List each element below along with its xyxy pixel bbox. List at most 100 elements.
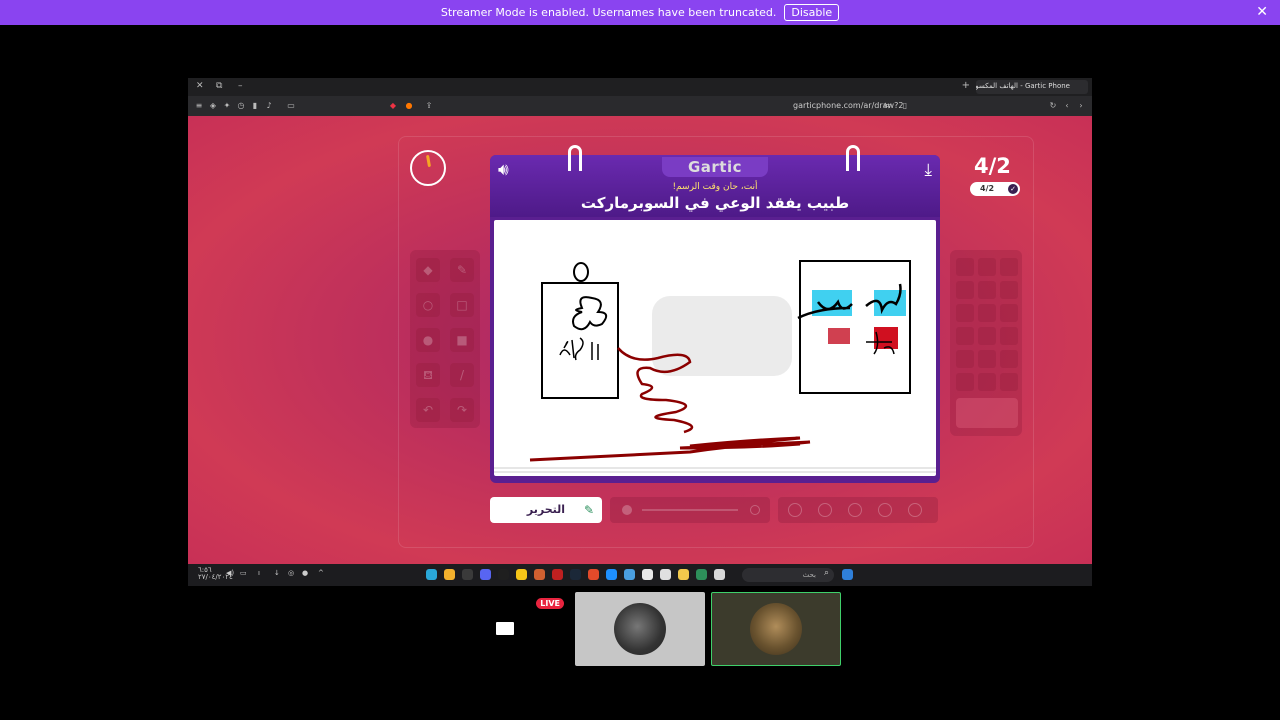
opacity-option[interactable] <box>818 503 832 517</box>
sidebar-icon[interactable]: ▮ <box>250 101 260 111</box>
drawing-board: 🔊︎ Gartic ⤓ أنت، حان وقت الرسم! طبيب يفق… <box>490 145 940 483</box>
color-swatch[interactable] <box>956 350 974 368</box>
color-swatch[interactable] <box>978 258 996 276</box>
forward-icon[interactable]: › <box>1076 101 1086 111</box>
app-icon[interactable] <box>498 569 509 580</box>
folder-icon[interactable] <box>678 569 689 580</box>
filled-circle-tool-icon[interactable]: ● <box>416 328 440 352</box>
taskbar: ٦:٥٦ ٢٧/٠٤/٢٠٢٤ ◀) ▭ ı ↓ ◎ ● ^ بحث ⌕ <box>188 564 1092 586</box>
network-icon[interactable]: ı <box>258 569 260 577</box>
browser-window: ✕ ⧉ – + Gartic Phone - الهاتف المكسور ≡ … <box>188 78 1092 586</box>
app-icon[interactable] <box>714 569 725 580</box>
slider-knob[interactable] <box>622 505 632 515</box>
taskbar-search[interactable]: بحث <box>742 568 834 582</box>
circle-tool-icon[interactable]: ○ <box>416 293 440 317</box>
color-swatch[interactable] <box>978 304 996 322</box>
redo-icon[interactable]: ↷ <box>450 398 474 422</box>
app-icon[interactable] <box>462 569 473 580</box>
app-icon[interactable] <box>426 569 437 580</box>
undo-icon[interactable]: ↶ <box>416 398 440 422</box>
color-swatch[interactable] <box>1000 281 1018 299</box>
download-icon[interactable]: ⤓ <box>924 160 932 180</box>
share-icon[interactable]: ⇪ <box>424 101 434 111</box>
rewards-icon[interactable]: ● <box>404 101 414 111</box>
color-swatch[interactable] <box>978 350 996 368</box>
eraser-tool-icon[interactable]: ◆ <box>416 258 440 282</box>
tray-app-icon[interactable]: ◎ <box>288 569 294 577</box>
drawing-canvas[interactable] <box>494 220 936 476</box>
disable-button[interactable]: Disable <box>784 4 840 21</box>
new-tab-icon[interactable]: + <box>962 80 970 91</box>
browser-tab[interactable]: Gartic Phone - الهاتف المكسور <box>976 80 1088 94</box>
round-counter: 4/2 <box>974 154 1011 178</box>
tab-icon[interactable]: ▭ <box>286 101 296 111</box>
app-icon[interactable] <box>534 569 545 580</box>
timer-icon <box>410 150 446 186</box>
slider-track <box>642 509 738 511</box>
start-icon[interactable] <box>842 569 853 580</box>
color-swatch[interactable] <box>1000 327 1018 345</box>
app-icon[interactable] <box>696 569 707 580</box>
shield-icon[interactable]: ◈ <box>208 101 218 111</box>
monitor-icon[interactable]: ▭ <box>240 569 247 577</box>
window-minimize-icon[interactable]: – <box>238 81 243 91</box>
bookmark-icon[interactable]: ▯ <box>900 101 910 111</box>
pencil-tool-icon[interactable]: ✎ <box>450 258 474 282</box>
window-close-icon[interactable]: ✕ <box>196 81 204 91</box>
menu-icon[interactable]: ≡ <box>194 101 204 111</box>
opacity-option[interactable] <box>788 503 802 517</box>
stream-tile-user[interactable] <box>575 592 705 666</box>
done-counter-badge: 4/2 ✓ <box>970 182 1020 196</box>
opacity-option[interactable] <box>848 503 862 517</box>
app-icon[interactable] <box>660 569 671 580</box>
current-color-swatch[interactable] <box>956 398 1018 428</box>
mic-icon[interactable]: ↓ <box>274 569 280 577</box>
bucket-tool-icon[interactable]: ⛾ <box>416 363 440 387</box>
music-icon[interactable]: ♪ <box>264 101 274 111</box>
app-icon[interactable] <box>552 569 563 580</box>
color-swatch[interactable] <box>1000 258 1018 276</box>
color-swatch[interactable] <box>956 327 974 345</box>
brush-size-slider[interactable] <box>610 497 770 523</box>
tray-expand-icon[interactable]: ^ <box>318 569 324 577</box>
app-icon[interactable] <box>516 569 527 580</box>
translate-icon[interactable]: ⇆ <box>882 101 892 111</box>
color-swatch[interactable] <box>956 258 974 276</box>
line-tool-icon[interactable]: / <box>450 363 474 387</box>
brave-icon[interactable] <box>588 569 599 580</box>
close-icon[interactable]: ✕ <box>1256 4 1268 20</box>
back-icon[interactable]: ‹ <box>1062 101 1072 111</box>
color-swatch[interactable] <box>978 281 996 299</box>
search-icon[interactable]: ⌕ <box>824 568 829 578</box>
app-icon[interactable] <box>624 569 635 580</box>
file-icon[interactable] <box>642 569 653 580</box>
opacity-option[interactable] <box>908 503 922 517</box>
window-restore-icon[interactable]: ⧉ <box>216 81 222 91</box>
edit-button[interactable]: التحرير ✎ <box>490 497 602 523</box>
stream-tile-screen[interactable]: LIVE <box>440 592 570 666</box>
color-swatch[interactable] <box>1000 350 1018 368</box>
filled-rectangle-tool-icon[interactable]: ■ <box>450 328 474 352</box>
rectangle-tool-icon[interactable]: □ <box>450 293 474 317</box>
color-swatch[interactable] <box>956 281 974 299</box>
reload-icon[interactable]: ↻ <box>1048 101 1058 111</box>
tray-app-icon[interactable]: ● <box>302 569 308 577</box>
color-swatch[interactable] <box>956 304 974 322</box>
discord-icon[interactable] <box>480 569 491 580</box>
volume-icon[interactable]: ◀) <box>226 569 234 577</box>
history-icon[interactable]: ◷ <box>236 101 246 111</box>
color-swatch[interactable] <box>956 373 974 391</box>
avatar <box>750 603 802 655</box>
extensions-icon[interactable]: ✦ <box>222 101 232 111</box>
color-swatch[interactable] <box>978 373 996 391</box>
app-icon[interactable] <box>606 569 617 580</box>
app-icon[interactable] <box>444 569 455 580</box>
brave-shield-icon[interactable]: ◆ <box>388 101 398 111</box>
color-swatch[interactable] <box>978 327 996 345</box>
steam-icon[interactable] <box>570 569 581 580</box>
opacity-option[interactable] <box>878 503 892 517</box>
color-swatch[interactable] <box>1000 373 1018 391</box>
color-swatch[interactable] <box>1000 304 1018 322</box>
stream-tile-user-speaking[interactable] <box>711 592 841 666</box>
speaker-icon[interactable]: 🔊︎ <box>498 160 509 180</box>
